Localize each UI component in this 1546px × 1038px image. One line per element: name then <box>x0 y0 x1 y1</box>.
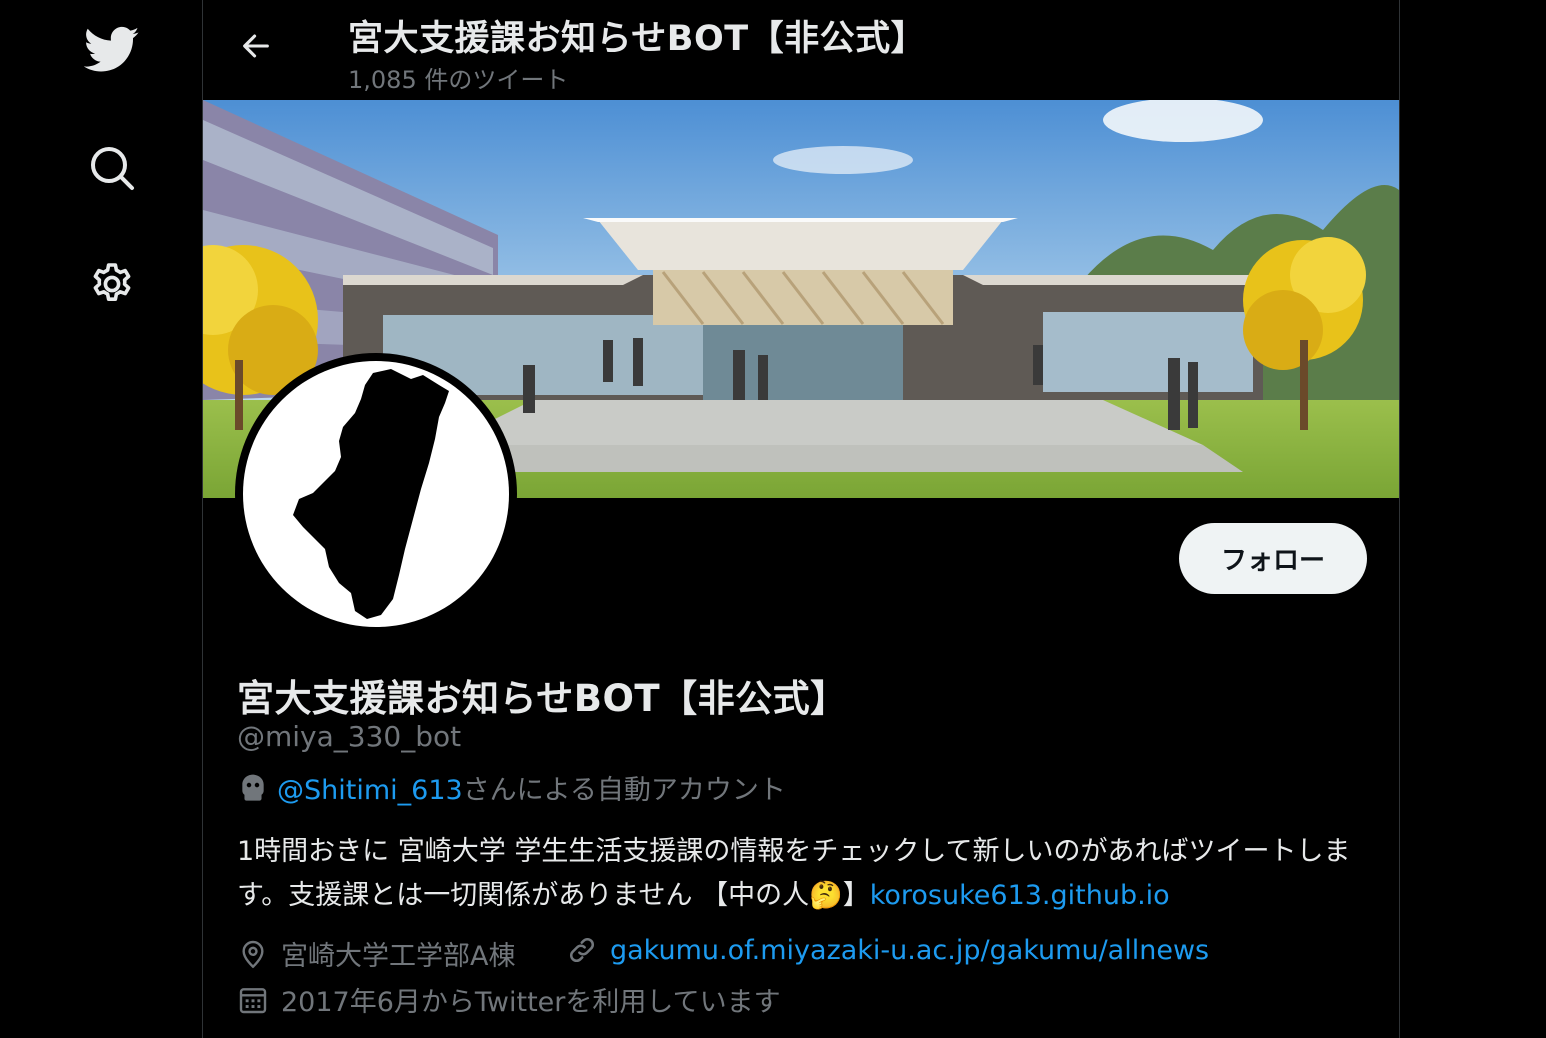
location-row: 宮崎大学工学部A棟 <box>237 934 515 973</box>
arrow-left-icon <box>243 34 269 58</box>
website-row: gakumu.of.miyazaki-u.ac.jp/gakumu/allnew… <box>566 934 1209 966</box>
automated-by-link[interactable]: @Shitimi_613 <box>277 775 463 806</box>
back-button[interactable] <box>232 22 280 70</box>
profile-bio: 1時間おきに 宮崎大学 学生生活支援課の情報をチェックして新しいのがあればツイー… <box>237 830 1377 918</box>
automated-suffix: さんによる自動アカウント <box>462 775 786 806</box>
bio-text: 1時間おきに 宮崎大学 学生生活支援課の情報をチェックして新しいのがあればツイー… <box>237 836 1351 911</box>
twitter-bird-icon[interactable] <box>84 22 140 78</box>
bio-link[interactable]: korosuke613.github.io <box>870 880 1170 911</box>
gear-icon[interactable] <box>84 257 140 313</box>
column-border-right <box>1399 0 1400 1038</box>
location-pin-icon <box>242 940 264 968</box>
search-icon[interactable] <box>84 140 140 196</box>
profile-handle: @miya_330_bot <box>237 720 462 753</box>
robot-icon <box>242 774 264 801</box>
link-icon <box>569 937 595 963</box>
profile-name: 宮大支援課お知らせBOT【非公式】 <box>237 677 848 720</box>
tweet-count: 1,085 件のツイート <box>348 66 569 94</box>
follow-button[interactable]: フォロー <box>1179 523 1367 594</box>
thinking-face-emoji-icon: 🤔 <box>809 880 843 911</box>
website-link[interactable]: gakumu.of.miyazaki-u.ac.jp/gakumu/allnew… <box>610 935 1209 966</box>
miyazaki-silhouette-icon <box>293 369 449 619</box>
joined-row: 2017年6月からTwitterを利用しています <box>237 980 781 1019</box>
joined-text: 2017年6月からTwitterを利用しています <box>281 987 781 1018</box>
bio-close: 】 <box>842 880 870 911</box>
avatar[interactable] <box>235 353 517 635</box>
location-text: 宮崎大学工学部A棟 <box>281 941 516 972</box>
calendar-icon <box>239 987 267 1013</box>
automated-label: @Shitimi_613さんによる自動アカウント <box>237 768 786 807</box>
page-title: 宮大支援課お知らせBOT【非公式】 <box>348 19 927 59</box>
